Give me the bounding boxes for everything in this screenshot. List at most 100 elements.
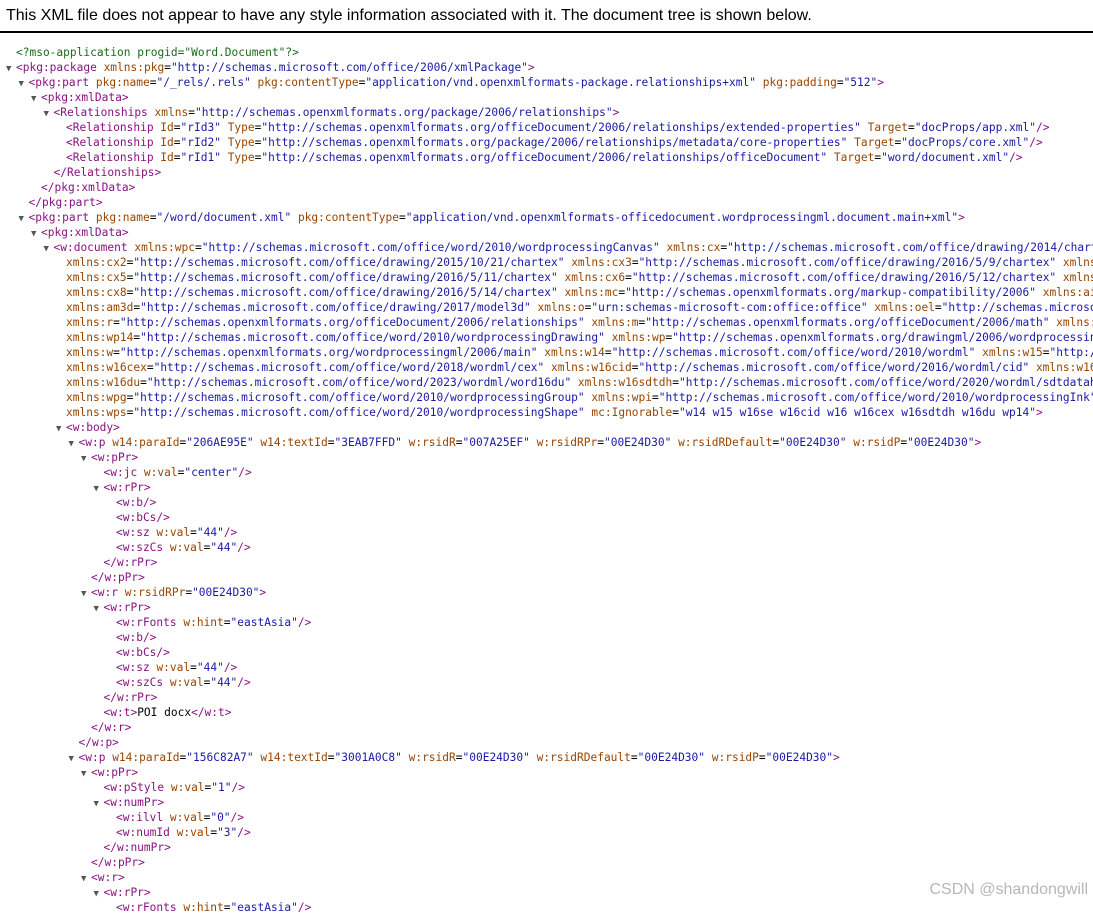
xml-tag: </w:pPr>: [91, 571, 145, 584]
collapse-toggle-icon[interactable]: ▼: [94, 797, 104, 810]
xml-attribute-value: "http://schemas.microsoft.com/office/wor…: [678, 376, 1093, 389]
xml-line: </w:r>: [0, 720, 1093, 735]
xml-attribute-name: Target: [847, 136, 895, 149]
xml-tag: <w:numId: [116, 826, 170, 839]
xml-line: ▼ <w:document xmlns:wpc="http://schemas.m…: [0, 240, 1093, 255]
xml-tag: />: [1009, 151, 1023, 164]
xml-line: ▼ <w:pPr>: [0, 450, 1093, 465]
xml-tag: <w:bCs/>: [116, 646, 170, 659]
xml-line: <w:b/>: [0, 495, 1093, 510]
xml-attribute-name: w14:paraId: [105, 751, 180, 764]
xml-line: xmlns:w16cex="http://schemas.microsoft.c…: [0, 360, 1093, 375]
xml-tag: <Relationship: [66, 121, 154, 134]
xml-tag: />: [237, 826, 251, 839]
collapse-toggle-icon[interactable]: ▼: [94, 602, 104, 615]
xml-line: </w:rPr>: [0, 555, 1093, 570]
xml-text: =: [631, 361, 639, 374]
xml-attribute-name: xmlns:w16sdtdh: [571, 376, 673, 389]
xml-tag: </w:rPr>: [103, 556, 158, 569]
xml-attribute-value: "rId3": [180, 121, 221, 134]
xml-attribute-value: "007A25EF": [462, 436, 530, 449]
xml-attribute-name: xmlns:w: [66, 346, 114, 359]
xml-attribute-value: "http://schemas.microsoft.com/office/wor…: [140, 331, 605, 344]
collapse-toggle-icon[interactable]: ▼: [31, 92, 41, 105]
xml-attribute-name: w:val: [163, 676, 204, 689]
collapse-toggle-icon[interactable]: ▼: [19, 77, 29, 90]
xml-line: ▼ <w:pPr>: [0, 765, 1093, 780]
xml-text: =: [399, 211, 406, 224]
xml-attribute-value: "00E24D30": [779, 436, 847, 449]
xml-text: =: [672, 406, 679, 419]
xml-tag: <w:rPr>: [103, 886, 151, 899]
collapse-toggle-icon[interactable]: ▼: [31, 227, 41, 240]
collapse-toggle-icon[interactable]: ▼: [6, 62, 16, 75]
xml-line: <w:b/>: [0, 630, 1093, 645]
xml-tag: <w:sz: [116, 661, 150, 674]
collapse-toggle-icon[interactable]: ▼: [44, 107, 54, 120]
collapse-toggle-icon[interactable]: ▼: [44, 242, 54, 255]
xml-line: <w:t>POI docx</w:t>: [0, 705, 1093, 720]
collapse-toggle-icon[interactable]: ▼: [56, 422, 66, 435]
xml-attribute-name: mc:Ignorable: [584, 406, 673, 419]
xml-attribute-name: xmlns:cx3: [564, 256, 632, 269]
xml-attribute-value: "http://schemas.microsoft.com/office/dra…: [638, 256, 1057, 269]
collapse-toggle-icon[interactable]: ▼: [94, 887, 104, 900]
xml-tag: <w:rFonts: [116, 901, 177, 914]
xml-text: =: [173, 151, 181, 164]
xml-tag: </pkg:xmlData>: [41, 181, 136, 194]
xml-attribute-value: "rId1": [180, 151, 221, 164]
xml-tag: />: [297, 901, 312, 914]
collapse-toggle-icon[interactable]: ▼: [81, 452, 91, 465]
xml-attribute-value: "http://schemas.microsoft.com/office/201…: [941, 301, 1093, 314]
xml-text: =: [625, 271, 632, 284]
xml-attribute-value: "http://schemas.microsoft.com/office/wor…: [611, 346, 976, 359]
xml-attribute-value: "http://schemas.microsoft.com/office/dra…: [140, 301, 531, 314]
xml-tag: />: [238, 466, 252, 479]
xml-attribute-name: pkg:name: [89, 211, 150, 224]
xml-tag: </Relationships>: [53, 166, 162, 179]
xml-line: </Relationships>: [0, 165, 1093, 180]
xml-line: ▼ <pkg:xmlData>: [0, 90, 1093, 105]
xml-text: =: [758, 751, 766, 764]
xml-attribute-value: "512": [843, 76, 878, 89]
xml-line: <w:szCs w:val="44"/>: [0, 540, 1093, 555]
xml-attribute-value: "http://schemas.openxmlformats.org/wordp…: [119, 346, 538, 359]
xml-attribute-value: "http://schemas.openxmlformats.org/packa…: [194, 106, 613, 119]
xml-attribute-value: "44": [196, 526, 224, 539]
xml-line: </pkg:part>: [0, 195, 1093, 210]
xml-attribute-value: "application/vnd.openxmlformats-package.…: [365, 76, 756, 89]
xml-attribute-name: xmlns:mc: [557, 286, 619, 299]
collapse-toggle-icon[interactable]: ▼: [69, 752, 79, 765]
xml-tag: />: [237, 541, 251, 554]
xml-tag: <pkg:xmlData>: [41, 226, 129, 239]
xml-attribute-name: w14:textId: [253, 751, 328, 764]
xml-attribute-value: "docProps/core.xml": [901, 136, 1030, 149]
collapse-toggle-icon[interactable]: ▼: [94, 482, 104, 495]
xml-attribute-name: xmlns:wpc: [127, 241, 195, 254]
xml-tag: <Relationship: [66, 151, 154, 164]
xml-attribute-name: w:val: [149, 526, 191, 539]
collapse-toggle-icon[interactable]: ▼: [81, 587, 91, 600]
xml-line: </w:pPr>: [0, 855, 1093, 870]
xml-text: =: [604, 346, 612, 359]
xml-tag: >: [877, 76, 884, 89]
xml-attribute-value: "http://schemas.microsoft.com/office/200…: [170, 61, 528, 74]
xml-attribute-name: w:val: [149, 661, 191, 674]
xml-attribute-name: xmlns:wps: [66, 406, 127, 419]
no-style-info-message: This XML file does not appear to have an…: [0, 0, 1093, 33]
collapse-toggle-icon[interactable]: ▼: [69, 437, 79, 450]
xml-text: =: [327, 751, 335, 764]
collapse-toggle-icon[interactable]: ▼: [81, 872, 91, 885]
collapse-toggle-icon[interactable]: ▼: [19, 212, 29, 225]
collapse-toggle-icon[interactable]: ▼: [81, 767, 91, 780]
xml-tag: <Relationship: [66, 136, 154, 149]
xml-attribute-name: w:rsidRPr: [529, 436, 598, 449]
xml-text: =: [908, 121, 915, 134]
xml-line: <?mso-application progid="Word.Document"…: [0, 45, 1093, 60]
xml-attribute-value: "http://schemas.microsoft.com/office/dra…: [727, 241, 1093, 254]
xml-attribute-name: pkg:padding: [755, 76, 837, 89]
xml-attribute-name: Target: [827, 151, 875, 164]
xml-line: <w:numId w:val="3"/>: [0, 825, 1093, 840]
xml-attribute-value: "0": [210, 811, 231, 824]
xml-attribute-value: "application/vnd.openxmlformats-officedo…: [405, 211, 959, 224]
